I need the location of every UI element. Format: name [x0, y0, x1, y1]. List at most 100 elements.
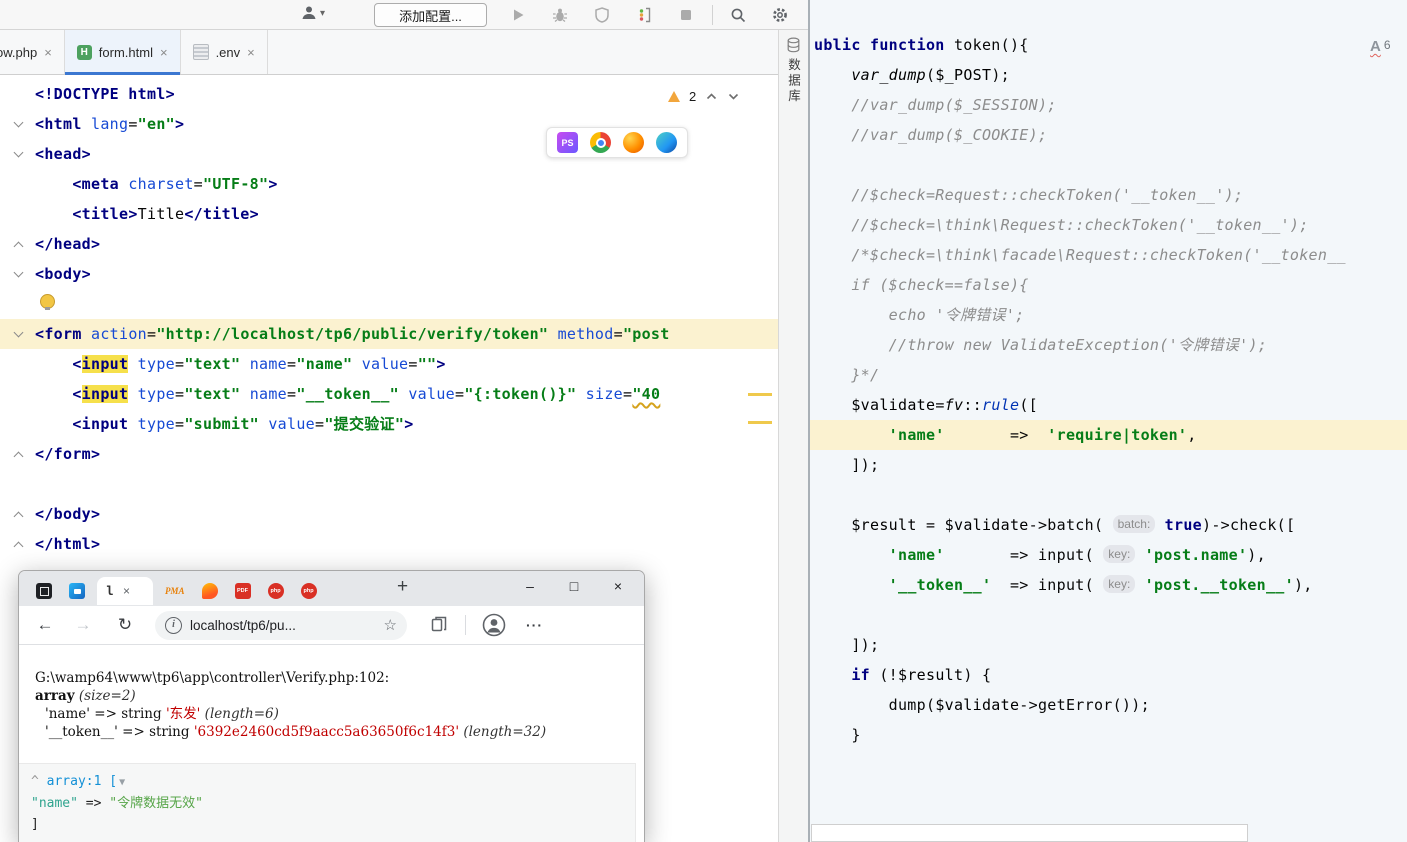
dump-row: "name" => "令牌数据无效" [31, 793, 623, 814]
code-token: <body> [35, 265, 91, 283]
intention-bulb-icon[interactable] [40, 294, 55, 309]
inspections-widget[interactable]: A 6 [1370, 38, 1391, 55]
builtin-preview-icon[interactable]: PS [557, 132, 578, 153]
code-token: > [404, 415, 413, 433]
tab-pdf[interactable]: PDF [230, 577, 256, 605]
new-tab-button[interactable]: + [397, 576, 408, 598]
fold-marker[interactable] [15, 239, 25, 249]
fold-marker[interactable] [15, 269, 25, 279]
prev-warning-button[interactable] [705, 90, 718, 103]
vardump-token: 'name' [45, 706, 90, 722]
code-token: 'name' [889, 426, 945, 444]
screen: ▾ 添加配置... ow.php × H form.html × .env × … [0, 0, 1407, 842]
code-token: fv [945, 396, 964, 414]
close-button[interactable]: × [596, 571, 640, 603]
tab-env[interactable]: .env × [181, 30, 268, 74]
expand-toggle[interactable]: ▼ [119, 777, 125, 788]
code-line: //var_dump($_COOKIE); [810, 120, 1407, 150]
code-token: = [315, 415, 324, 433]
database-tool-button[interactable]: 数据库 [779, 30, 808, 105]
tab-label: form.html [99, 45, 153, 60]
debug-listener-button[interactable] [634, 5, 654, 25]
tab-form-html[interactable]: H form.html × [65, 30, 181, 74]
address-bar[interactable]: i localhost/tp6/pu... ☆ [155, 611, 407, 640]
debug-button[interactable] [550, 5, 570, 25]
chrome-icon[interactable] [590, 132, 611, 153]
code-token: ]); [814, 636, 879, 654]
run-button[interactable] [508, 5, 528, 25]
code-token: = [408, 355, 417, 373]
code-line: <!DOCTYPE html> [0, 79, 778, 109]
profile-avatar[interactable] [482, 613, 506, 637]
code-token [548, 325, 557, 343]
right-editor[interactable]: ublic function token(){ var_dump($_POST)… [810, 0, 1407, 842]
code-token: }*/ [851, 366, 879, 384]
search-icon [729, 6, 747, 24]
code-token: 'name' [889, 546, 945, 564]
code-token: $_POST [935, 66, 991, 84]
play-icon [509, 6, 527, 24]
tab-label: ow.php [0, 45, 37, 60]
code-token: "" [418, 355, 437, 373]
stop-button[interactable] [676, 5, 696, 25]
fold-marker[interactable] [15, 449, 25, 459]
pinned-tab-2[interactable] [64, 577, 90, 605]
tab-flame[interactable] [197, 577, 223, 605]
info-icon[interactable]: i [165, 617, 182, 634]
close-icon[interactable]: × [123, 584, 130, 598]
tab-show-php[interactable]: ow.php × [0, 30, 65, 74]
tab-phpmyadmin[interactable]: PMA [160, 577, 190, 605]
code-token [35, 385, 72, 403]
minimize-button[interactable]: – [508, 571, 552, 603]
code-line: $validate=fv::rule([ [810, 390, 1407, 420]
code-token: ublic function [814, 36, 945, 54]
search-everywhere-button[interactable] [728, 5, 748, 25]
pdf-favicon: PDF [235, 583, 251, 599]
code-line: } [810, 720, 1407, 750]
code-token: = [935, 396, 944, 414]
collections-icon[interactable] [429, 615, 449, 635]
code-token [352, 355, 361, 373]
back-button[interactable]: ← [33, 615, 57, 635]
fold-marker[interactable] [15, 329, 25, 339]
code-token [1155, 516, 1164, 534]
vardump-token: string [121, 706, 166, 722]
fold-marker[interactable] [15, 119, 25, 129]
maximize-button[interactable]: □ [552, 571, 596, 603]
browser-menu-button[interactable]: ··· [526, 617, 543, 633]
dump-array-note: array:1 [ [47, 774, 117, 789]
tab-php-2[interactable]: php [296, 577, 322, 605]
coverage-button[interactable] [592, 5, 612, 25]
fold-marker[interactable] [15, 539, 25, 549]
settings-button[interactable] [770, 5, 790, 25]
fold-marker[interactable] [15, 149, 25, 159]
next-warning-button[interactable] [727, 90, 740, 103]
user-menu-button[interactable]: ▾ [300, 4, 325, 22]
reload-button[interactable]: ↻ [113, 615, 137, 635]
edge-icon[interactable] [656, 132, 677, 153]
code-token [35, 175, 72, 193]
code-line: ]); [810, 450, 1407, 480]
inspection-widget: 2 [668, 89, 740, 104]
code-line: </form> [0, 439, 778, 469]
code-token: , [1187, 426, 1196, 444]
close-icon[interactable]: × [160, 45, 168, 60]
vardump-token: '东发' [166, 706, 200, 722]
pinned-tab-1[interactable] [31, 577, 57, 605]
tab-php-1[interactable]: php [263, 577, 289, 605]
fold-marker[interactable] [15, 509, 25, 519]
code-token [128, 355, 137, 373]
add-configuration-button[interactable]: 添加配置... [374, 3, 487, 27]
vardump-token: => [118, 724, 149, 740]
favorite-star-icon[interactable]: ☆ [384, 616, 397, 634]
close-icon[interactable]: × [247, 45, 255, 60]
active-page-tab[interactable]: l× [97, 577, 153, 605]
code-token [35, 205, 72, 223]
code-token: "text" [184, 355, 240, 373]
code-token [814, 246, 851, 264]
code-token: "name" [296, 355, 352, 373]
forward-button[interactable]: → [71, 615, 95, 635]
close-icon[interactable]: × [44, 45, 52, 60]
code-line: echo '令牌错误'; [810, 300, 1407, 330]
firefox-icon[interactable] [623, 132, 644, 153]
